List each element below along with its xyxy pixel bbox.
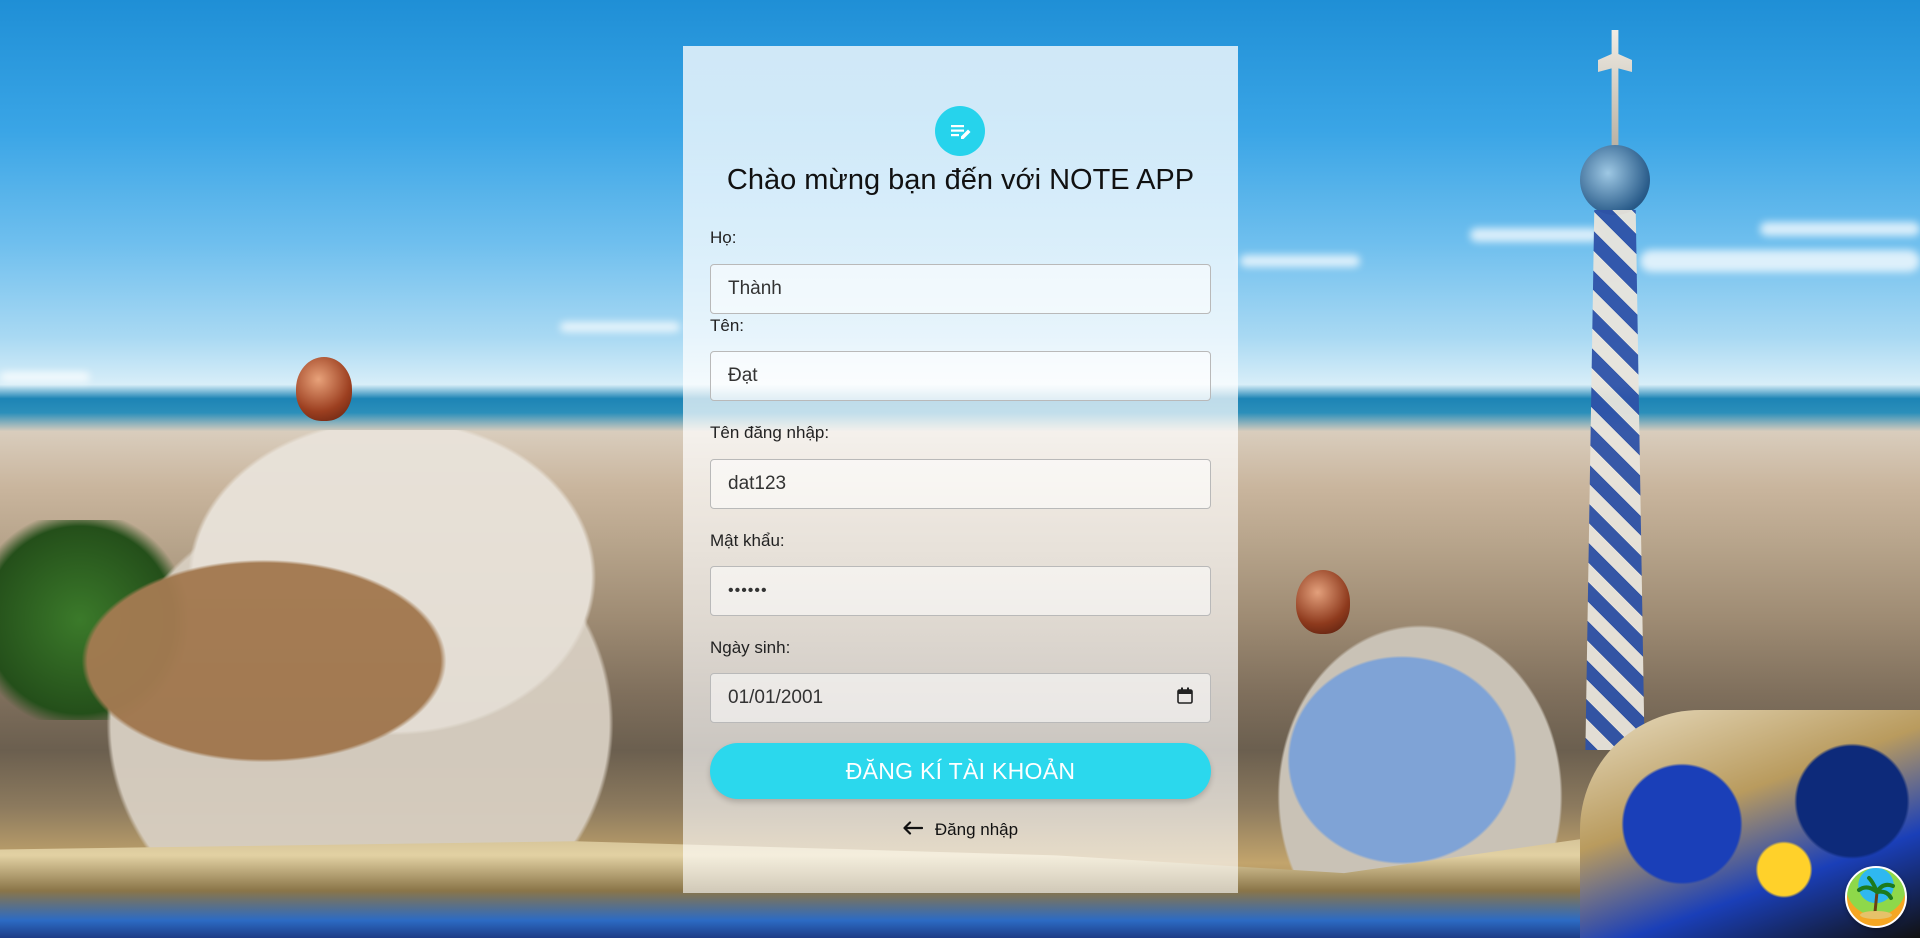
cloud (1240, 255, 1360, 267)
page-title: Chào mừng bạn đến với NOTE APP (726, 164, 1195, 196)
first-name-label: Tên: (710, 316, 745, 335)
username-value: dat123 (728, 473, 787, 494)
cloud (560, 322, 680, 332)
birthday-input[interactable]: 01/01/2001 (710, 673, 1211, 723)
mosaic-tower (1560, 30, 1670, 770)
cloud (0, 372, 90, 382)
calendar-icon[interactable] (1177, 687, 1193, 710)
password-label: Mật khẩu: (710, 531, 785, 550)
first-name-value: Đạt (728, 365, 758, 386)
gaudi-house-left (40, 430, 680, 850)
birthday-value: 01/01/2001 (728, 687, 824, 708)
first-name-input[interactable]: Đạt (710, 351, 1211, 401)
register-button[interactable]: ĐĂNG KÍ TÀI KHOẢN (710, 743, 1211, 799)
cloud (1640, 250, 1920, 272)
password-value: •••••• (728, 582, 768, 599)
note-edit-icon (935, 106, 985, 156)
last-name-value: Thành (728, 278, 782, 299)
palm-tree-icon[interactable] (1845, 866, 1907, 928)
register-card: Chào mừng bạn đến với NOTE APP Họ: Thành… (683, 46, 1238, 893)
dome-left (296, 357, 352, 421)
last-name-input[interactable]: Thành (710, 264, 1211, 314)
login-link[interactable]: Đăng nhập (683, 820, 1238, 840)
username-label: Tên đăng nhập: (710, 423, 830, 442)
cloud (1760, 222, 1920, 236)
arrow-left-icon (903, 820, 924, 840)
last-name-label: Họ: (710, 228, 737, 247)
dome-right (1296, 570, 1350, 634)
birthday-label: Ngày sinh: (710, 638, 791, 657)
username-input[interactable]: dat123 (710, 459, 1211, 509)
password-input[interactable]: •••••• (710, 566, 1211, 616)
login-link-label: Đăng nhập (934, 820, 1019, 839)
